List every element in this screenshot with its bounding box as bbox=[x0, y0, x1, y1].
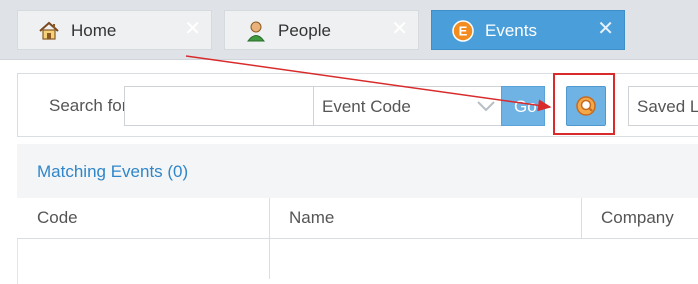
column-header-company[interactable]: Company bbox=[581, 198, 698, 238]
search-type-value: Event Code bbox=[322, 97, 411, 116]
go-button-label: Go bbox=[514, 97, 537, 116]
results-header: Matching Events (0) bbox=[17, 144, 698, 199]
saved-lists-select[interactable]: Saved Lis bbox=[628, 86, 698, 126]
close-icon[interactable]: ✕ bbox=[391, 18, 408, 40]
tab-events[interactable]: E Events ✕ bbox=[431, 10, 625, 50]
tab-people[interactable]: People ✕ bbox=[224, 10, 419, 50]
tab-home-label: Home bbox=[71, 21, 117, 40]
home-icon bbox=[39, 21, 59, 40]
tab-people-label: People bbox=[278, 21, 331, 40]
column-header-label: Company bbox=[601, 208, 674, 227]
search-type-select[interactable]: Event Code bbox=[313, 86, 503, 126]
search-label: Search for: bbox=[49, 96, 133, 115]
highlight-box bbox=[553, 73, 615, 135]
column-header-code[interactable]: Code bbox=[17, 198, 270, 238]
tab-events-label: Events bbox=[485, 21, 537, 40]
svg-text:E: E bbox=[459, 24, 468, 39]
events-icon: E bbox=[452, 20, 474, 42]
tab-bar: Home ✕ People ✕ E Events ✕ bbox=[0, 0, 698, 60]
results-grid-header: Code Name Company bbox=[17, 198, 698, 239]
column-header-name[interactable]: Name bbox=[269, 198, 582, 238]
search-input[interactable] bbox=[124, 86, 314, 126]
results-title: Matching Events (0) bbox=[37, 162, 189, 181]
person-icon bbox=[247, 21, 265, 42]
column-divider bbox=[269, 239, 270, 279]
close-icon[interactable]: ✕ bbox=[184, 18, 201, 40]
go-button[interactable]: Go bbox=[501, 86, 545, 126]
column-header-label: Code bbox=[37, 208, 78, 227]
column-header-label: Name bbox=[289, 208, 335, 227]
close-icon[interactable]: ✕ bbox=[597, 18, 614, 40]
chevron-down-icon bbox=[477, 101, 495, 112]
results-grid-body bbox=[17, 239, 698, 279]
saved-lists-label: Saved Lis bbox=[637, 97, 698, 116]
tab-home[interactable]: Home ✕ bbox=[17, 10, 212, 50]
